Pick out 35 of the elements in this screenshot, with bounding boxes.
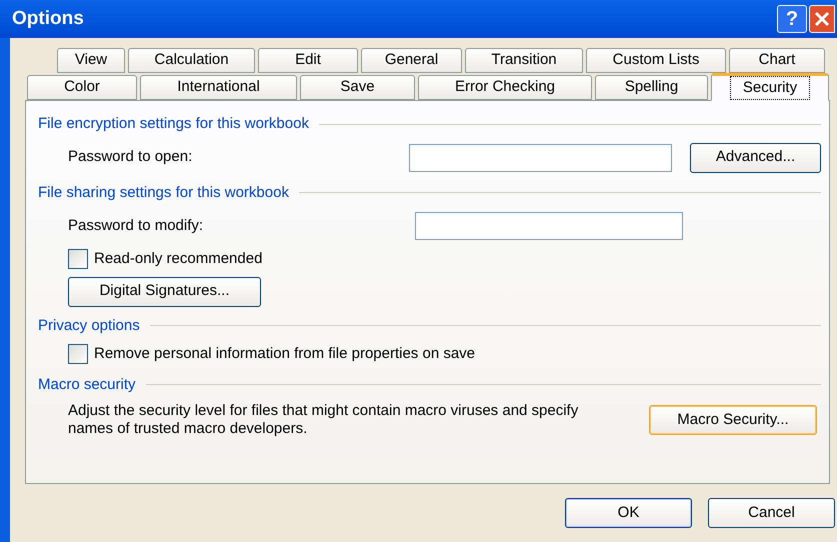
tab[interactable]: Error Checking <box>418 75 592 100</box>
dialog-button[interactable]: Digital Signatures... <box>68 276 261 306</box>
field-label: Password to open: <box>68 147 194 168</box>
dialog-button[interactable]: OK <box>565 498 692 528</box>
field-label: Password to modify: <box>68 216 204 236</box>
close-button[interactable] <box>809 5 835 33</box>
checkbox-label: Remove personal information from file properties on save <box>94 344 476 364</box>
section-heading: File encryption settings for this workbook <box>38 114 309 134</box>
checkbox[interactable] <box>68 344 88 364</box>
checkbox[interactable] <box>68 249 88 270</box>
section-heading: File sharing settings for this workbook <box>38 182 289 202</box>
close-icon <box>814 11 830 27</box>
help-button[interactable]: ? <box>777 5 807 33</box>
tab[interactable]: International <box>140 75 297 100</box>
checkbox-label: Read-only recommended <box>94 249 262 269</box>
tab[interactable]: Transition <box>465 48 583 73</box>
tab[interactable]: Edit <box>258 48 358 73</box>
tab[interactable]: View <box>57 48 125 73</box>
tab[interactable]: Save <box>300 75 415 100</box>
window-title: Options <box>12 6 85 31</box>
section-heading: Privacy options <box>38 316 140 336</box>
tab[interactable]: Chart <box>729 48 825 73</box>
description-text: Adjust the security level for files that might contain macro viruses and specify names of trusted macro developers. <box>68 402 580 438</box>
password-field[interactable] <box>408 144 672 172</box>
dialog-button[interactable]: Macro Security... <box>649 405 817 435</box>
tab[interactable]: Security <box>711 73 829 101</box>
tab[interactable]: Color <box>27 75 137 100</box>
tab[interactable]: Calculation <box>128 48 255 73</box>
dialog-button[interactable]: Advanced... <box>690 142 821 172</box>
tab[interactable]: Spelling <box>595 75 708 100</box>
tab[interactable]: Custom Lists <box>586 48 726 73</box>
tab[interactable]: General <box>361 48 462 73</box>
password-field[interactable] <box>415 212 683 240</box>
section-heading: Macro security <box>38 374 136 394</box>
dialog-button[interactable]: Cancel <box>708 498 835 528</box>
